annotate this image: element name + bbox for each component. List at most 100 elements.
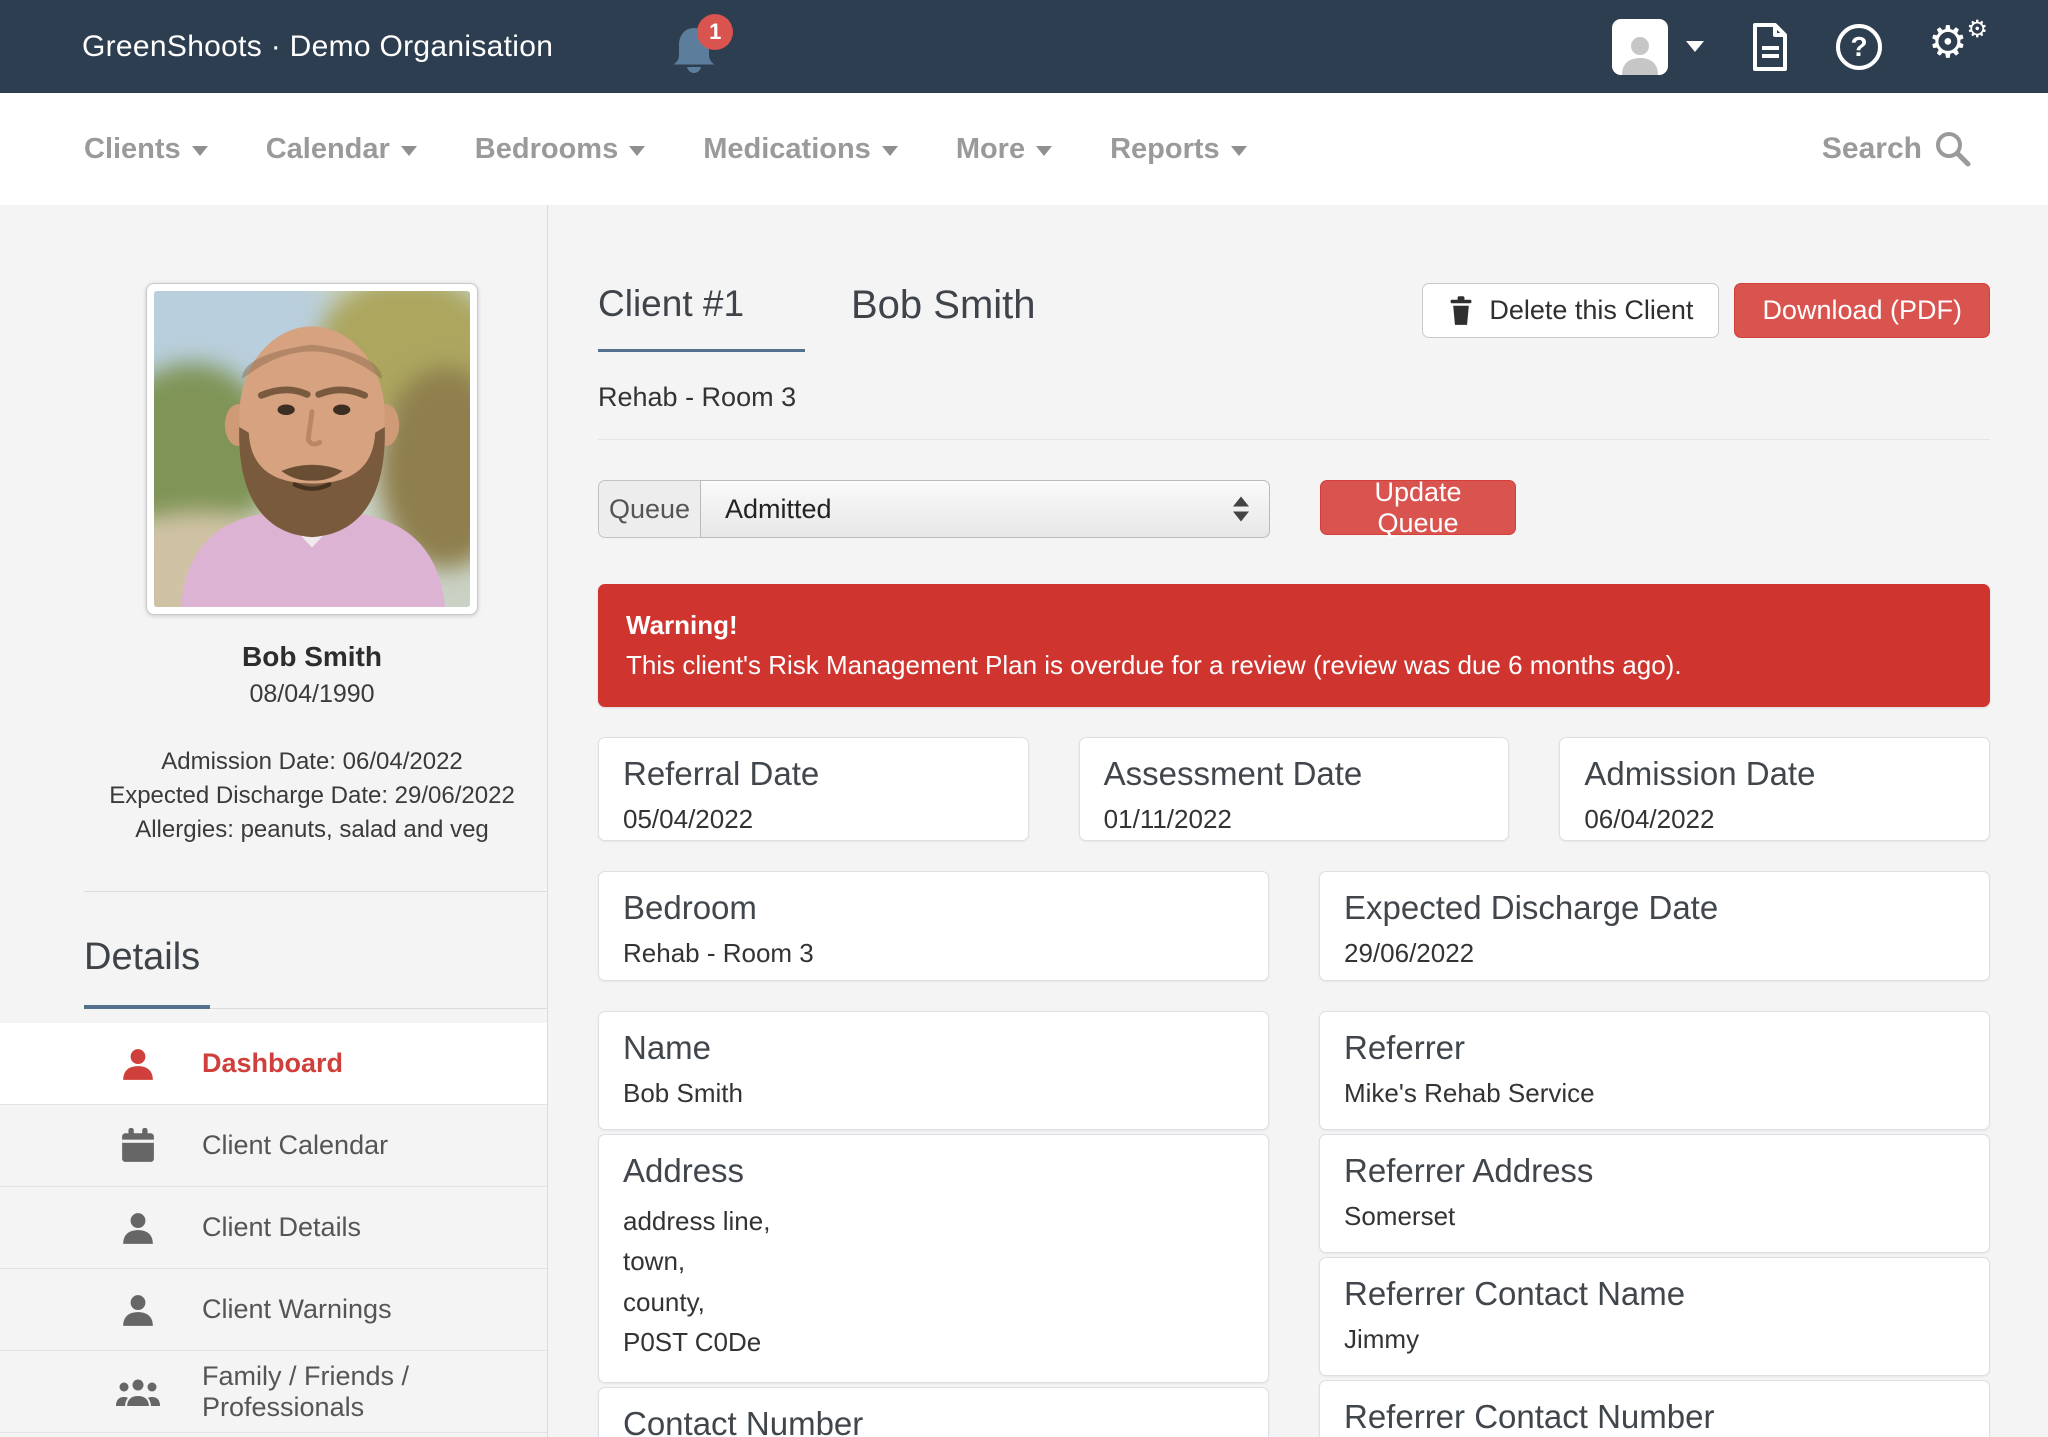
queue-selected-value: Admitted (725, 494, 832, 525)
client-dashboard: Client #1 Bob Smith Delete this Client (548, 205, 2048, 1437)
expected-discharge-text: Expected Discharge Date: 29/06/2022 (84, 779, 540, 813)
greenshoots-client-page: GreenShoots · Demo Organisation 1 (0, 0, 2048, 1437)
sidebar-item-label: Client Warnings (202, 1294, 392, 1325)
admission-date-text: Admission Date: 06/04/2022 (84, 745, 540, 779)
topbar-actions: ? (1612, 19, 1988, 75)
delete-client-button[interactable]: Delete this Client (1422, 283, 1719, 338)
sidebar-item-dashboard[interactable]: Dashboard (0, 1023, 547, 1105)
sidebar-menu: Dashboard Client Calendar Client Details (0, 1023, 547, 1433)
risk-plan-warning-banner: Warning! This client's Risk Management P… (598, 584, 1990, 707)
sidebar-divider (84, 891, 547, 892)
card-title: Address (623, 1152, 1244, 1190)
details-section-heading: Details (84, 936, 547, 979)
address-lines: address line, town, county, P0ST C0De (623, 1201, 1244, 1362)
nav-label: Medications (703, 133, 871, 166)
card-value: 01/11/2022 (1104, 804, 1485, 835)
card-title: Referrer Address (1344, 1152, 1965, 1190)
user-menu[interactable] (1612, 19, 1704, 75)
help-icon: ? (1834, 22, 1884, 72)
sidebar-item-family-friends-professionals[interactable]: Family / Friends / Professionals (0, 1351, 547, 1433)
documents-button[interactable] (1748, 22, 1790, 72)
update-queue-button[interactable]: Update Queue (1320, 480, 1516, 535)
main-navigation: Clients Calendar Bedrooms Medications Mo… (0, 93, 2048, 205)
queue-label: Queue (598, 480, 700, 538)
client-sidebar: Bob Smith 08/04/1990 Admission Date: 06/… (0, 205, 548, 1437)
document-icon (1748, 22, 1790, 72)
queue-select[interactable]: Admitted (700, 480, 1270, 538)
client-number-underline (598, 349, 805, 352)
referrer-address-card: Referrer Address Somerset (1319, 1134, 1990, 1253)
person-icon (116, 1292, 160, 1328)
title-row: Client #1 Bob Smith Delete this Client (598, 283, 1990, 352)
topbar: GreenShoots · Demo Organisation 1 (0, 0, 2048, 93)
chevron-down-icon (1686, 41, 1704, 52)
card-value: 29/06/2022 (1344, 938, 1965, 969)
nav-label: Bedrooms (475, 133, 618, 166)
details-underline (84, 1005, 547, 1009)
address-line: county, (623, 1282, 1244, 1322)
search-icon (1934, 130, 1972, 168)
search-button[interactable]: Search (1822, 130, 1972, 168)
chevron-down-icon (1036, 146, 1052, 156)
nav-label: Reports (1110, 133, 1220, 166)
card-title: Bedroom (623, 889, 1244, 927)
assessment-date-card: Assessment Date 01/11/2022 (1079, 737, 1510, 841)
notification-count-badge: 1 (697, 14, 733, 50)
chevron-down-icon (882, 146, 898, 156)
chevron-down-icon (401, 146, 417, 156)
bedroom-discharge-row: Bedroom Rehab - Room 3 Expected Discharg… (598, 871, 1990, 981)
people-icon (116, 1374, 160, 1410)
detail-columns: Name Bob Smith Address address line, tow… (598, 1011, 1990, 1437)
card-title: Referrer Contact Number (1344, 1398, 1965, 1436)
update-queue-label: Update Queue (1348, 477, 1488, 539)
settings-button[interactable] (1928, 21, 1988, 73)
nav-label: Clients (84, 133, 181, 166)
card-value: 05/04/2022 (623, 804, 1004, 835)
nav-label: Calendar (266, 133, 390, 166)
nav-item-reports[interactable]: Reports (1110, 133, 1247, 166)
date-cards-row: Referral Date 05/04/2022 Assessment Date… (598, 737, 1990, 841)
nav-item-medications[interactable]: Medications (703, 133, 898, 166)
nav-item-clients[interactable]: Clients (84, 133, 208, 166)
help-button[interactable]: ? (1834, 22, 1884, 72)
expected-discharge-card: Expected Discharge Date 29/06/2022 (1319, 871, 1990, 981)
card-title: Assessment Date (1104, 755, 1485, 793)
calendar-icon (116, 1128, 160, 1164)
admission-date-card: Admission Date 06/04/2022 (1559, 737, 1990, 841)
referral-date-card: Referral Date 05/04/2022 (598, 737, 1029, 841)
svg-text:?: ? (1850, 31, 1867, 62)
sidebar-item-label: Client Details (202, 1212, 361, 1243)
client-detail-column: Name Bob Smith Address address line, tow… (598, 1011, 1269, 1437)
nav-item-more[interactable]: More (956, 133, 1052, 166)
chevron-down-icon (192, 146, 208, 156)
sidebar-item-label: Family / Friends / Professionals (202, 1361, 547, 1423)
client-number-block: Client #1 (598, 283, 805, 352)
card-value: Rehab - Room 3 (623, 938, 1244, 969)
referrer-card: Referrer Mike's Rehab Service (1319, 1011, 1990, 1130)
client-name: Bob Smith (84, 641, 540, 673)
card-title: Referrer (1344, 1029, 1965, 1067)
title-buttons: Delete this Client Download (PDF) (1422, 283, 1990, 338)
notifications-bell[interactable]: 1 (671, 20, 717, 74)
chevron-down-icon (1231, 146, 1247, 156)
nav-item-bedrooms[interactable]: Bedrooms (475, 133, 645, 166)
download-pdf-button[interactable]: Download (PDF) (1734, 283, 1990, 338)
client-photo (146, 283, 478, 615)
delete-client-label: Delete this Client (1489, 295, 1693, 326)
card-value: Mike's Rehab Service (1344, 1078, 1965, 1109)
app-brand: GreenShoots · Demo Organisation (82, 30, 553, 64)
address-card: Address address line, town, county, P0ST… (598, 1134, 1269, 1383)
sidebar-item-client-details[interactable]: Client Details (0, 1187, 547, 1269)
address-line: town, (623, 1241, 1244, 1281)
sidebar-item-client-calendar[interactable]: Client Calendar (0, 1105, 547, 1187)
nav-item-calendar[interactable]: Calendar (266, 133, 417, 166)
card-title: Referrer Contact Name (1344, 1275, 1965, 1313)
client-dob: 08/04/1990 (84, 680, 540, 709)
address-line: P0ST C0De (623, 1322, 1244, 1362)
trash-icon (1448, 296, 1474, 326)
sidebar-item-client-warnings[interactable]: Client Warnings (0, 1269, 547, 1351)
page-title-client-name: Bob Smith (851, 283, 1036, 327)
person-icon (116, 1046, 160, 1082)
referrer-contact-name-card: Referrer Contact Name Jimmy (1319, 1257, 1990, 1376)
avatar-person-icon (1618, 31, 1662, 75)
